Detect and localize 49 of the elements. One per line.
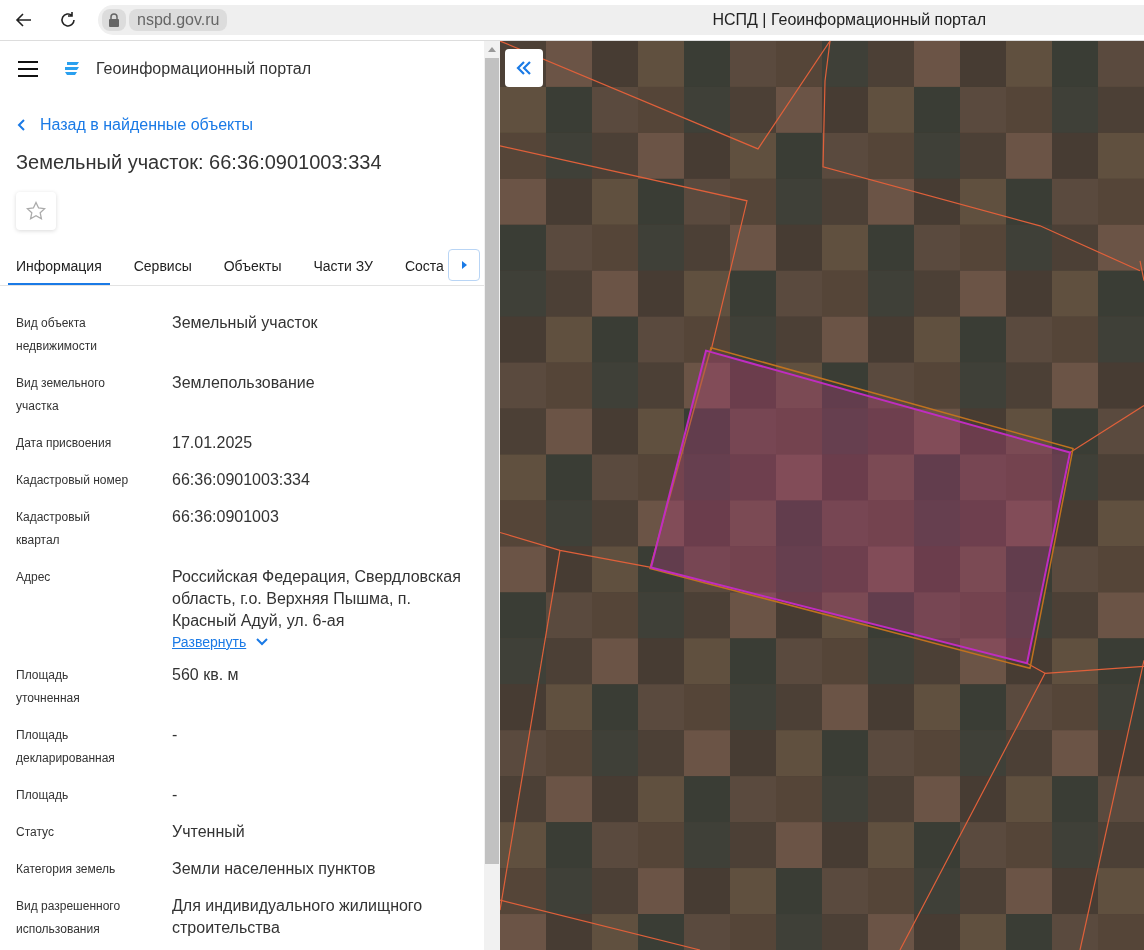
property-value: Земельный участок: [172, 313, 319, 333]
chevron-left-icon: [16, 118, 26, 132]
collapse-panel-button[interactable]: [505, 49, 543, 87]
property-label: Категория земель: [16, 861, 117, 878]
property-value: Российская Федерация, Свердловская область, г.о. Верхняя Пышма, п. Красный Адуй, ул. 6-ая: [172, 567, 462, 631]
menu-button[interactable]: [18, 61, 38, 77]
property-value: -: [172, 725, 179, 745]
property-value: 17.01.2025: [172, 433, 254, 453]
property-value: Учтенный: [172, 822, 246, 842]
property-value: Для индивидуального жилищного строительства: [172, 896, 424, 938]
tab[interactable]: Информация: [8, 248, 110, 285]
property-label: Дата присвоения: [16, 435, 113, 452]
property-label: Кадастровый квартал: [16, 509, 91, 549]
property-label: Адрес: [16, 569, 52, 586]
tab[interactable]: Сервисы: [125, 248, 200, 285]
property-value: 66:36:0901003:334: [172, 470, 311, 490]
url-text[interactable]: nspd.gov.ru: [129, 9, 228, 31]
double-chevron-left-icon: [516, 61, 532, 75]
tab[interactable]: Объекты: [215, 248, 290, 285]
reload-icon[interactable]: [58, 10, 78, 30]
portal-title: Геоинформационный портал: [96, 60, 312, 78]
scroll-up-icon[interactable]: [488, 46, 496, 52]
star-icon: [26, 201, 46, 221]
scrollbar[interactable]: [484, 41, 500, 950]
property-value: Землепользование: [172, 373, 316, 393]
property-value: 560 кв. м: [172, 665, 240, 685]
property-label: Вид разрешенного использования: [16, 898, 122, 938]
property-label: Статус: [16, 824, 55, 841]
caret-right-icon: [461, 261, 467, 269]
lock-icon: [102, 9, 126, 31]
property-label: Вид объекта недвижимости: [16, 315, 98, 355]
tab[interactable]: Части ЗУ: [305, 248, 381, 285]
property-label: Площадь: [16, 787, 70, 804]
property-value: Земли населенных пунктов: [172, 859, 377, 879]
map-drawing[interactable]: [500, 41, 1144, 950]
chevron-icon: [256, 638, 269, 646]
favorite-button[interactable]: [16, 192, 56, 230]
property-label: Кадастровый номер: [16, 472, 130, 489]
expand-link[interactable]: Развернуть: [172, 634, 269, 650]
property-value: 66:36:0901003: [172, 507, 280, 527]
back-link[interactable]: Назад в найденные объекты: [16, 109, 254, 141]
property-label: Площадь уточненная: [16, 667, 81, 707]
page-title: НСПД | Геоинформационный портал: [712, 11, 986, 29]
tab-scroll-button[interactable]: [448, 249, 480, 281]
tab[interactable]: Соста: [396, 248, 452, 285]
property-label: Вид земельного участка: [16, 375, 106, 415]
object-title: Земельный участок: 66:36:0901003:334: [16, 151, 383, 174]
property-value: -: [172, 785, 179, 805]
property-label: Площадь декларированная: [16, 727, 116, 767]
